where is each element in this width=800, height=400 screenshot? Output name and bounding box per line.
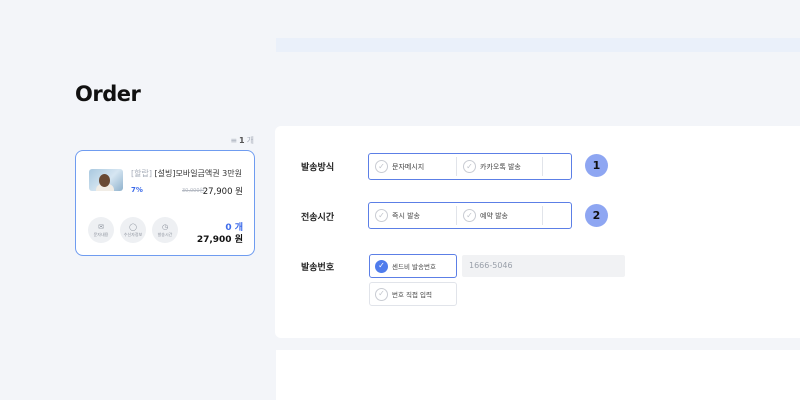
recipient-info-label: 수신자정보	[123, 231, 143, 237]
page-title: Order	[75, 82, 141, 106]
top-strip	[276, 38, 800, 52]
step-badge-2: 2	[585, 204, 608, 227]
step-badge-1: 1	[585, 154, 608, 177]
check-icon: ✓	[375, 259, 388, 273]
cart-count: ≡ 1 개	[200, 134, 254, 146]
message-content-button[interactable]: ✉ 문자내용	[88, 217, 114, 243]
cart-count-value: 1	[239, 135, 245, 145]
send-time-button[interactable]: ◷ 발송시간	[152, 217, 178, 243]
option-kakaotalk-label: 카카오톡 발송	[480, 162, 521, 171]
send-method-options: ✓ 문자메시지 ✓ 카카오톡 발송	[368, 153, 572, 180]
option-scheduled-label: 예약 발송	[480, 211, 508, 220]
option-kakaotalk[interactable]: ✓ 카카오톡 발송	[457, 157, 543, 176]
check-icon: ✓	[463, 209, 476, 222]
person-icon: ◯	[129, 222, 137, 231]
send-time-label: 발송시간	[157, 231, 173, 237]
original-price: 30,000원	[182, 188, 205, 194]
option-sendbee-number[interactable]: ✓ 센드비 발송번호	[369, 254, 457, 278]
product-card[interactable]: [할랍] [설빙]모바일금액권 3만원 7% 30,000원 27,900 원 …	[75, 150, 255, 256]
product-tag: [할랍]	[131, 169, 152, 178]
check-icon: ✓	[463, 160, 476, 173]
option-direct-input-label: 번호 직접 입력	[392, 291, 433, 299]
order-form-panel: 발송방식 ✓ 문자메시지 ✓ 카카오톡 발송 1 전송시간 ✓ 즉시 발송 ✓ …	[275, 126, 800, 338]
cart-count-unit: 개	[246, 135, 254, 145]
send-time-options: ✓ 즉시 발송 ✓ 예약 발송	[368, 202, 572, 229]
option-immediate[interactable]: ✓ 즉시 발송	[369, 206, 457, 225]
option-sms-label: 문자메시지	[392, 162, 425, 171]
option-sendbee-number-label: 센드비 발송번호	[392, 263, 436, 271]
product-title: [설빙]모바일금액권 3만원	[154, 169, 242, 178]
list-icon: ≡	[230, 135, 238, 145]
product-name: [할랍] [설빙]모바일금액권 3만원	[131, 168, 251, 179]
option-sms[interactable]: ✓ 문자메시지	[369, 157, 457, 176]
send-time-row-label: 전송시간	[301, 213, 335, 223]
option-immediate-label: 즉시 발송	[392, 211, 420, 220]
check-icon: ✓	[375, 287, 388, 301]
message-content-label: 문자내용	[93, 231, 109, 237]
discount-rate: 7%	[131, 186, 143, 194]
message-icon: ✉	[98, 222, 104, 231]
check-icon: ✓	[375, 209, 388, 222]
option-direct-input[interactable]: ✓ 번호 직접 입력	[369, 282, 457, 306]
total-price: 27,900 원	[196, 235, 243, 245]
send-method-label: 발송방식	[301, 163, 335, 173]
bottom-area	[276, 350, 800, 400]
product-thumbnail	[89, 169, 123, 191]
option-scheduled[interactable]: ✓ 예약 발송	[457, 206, 543, 225]
sale-price: 27,900 원	[202, 187, 243, 197]
sender-number-label: 발송번호	[301, 263, 335, 273]
recipient-info-button[interactable]: ◯ 수신자정보	[120, 217, 146, 243]
clock-icon: ◷	[161, 222, 169, 231]
sender-number-field[interactable]: 1666-5046	[462, 255, 625, 277]
check-icon: ✓	[375, 160, 388, 173]
